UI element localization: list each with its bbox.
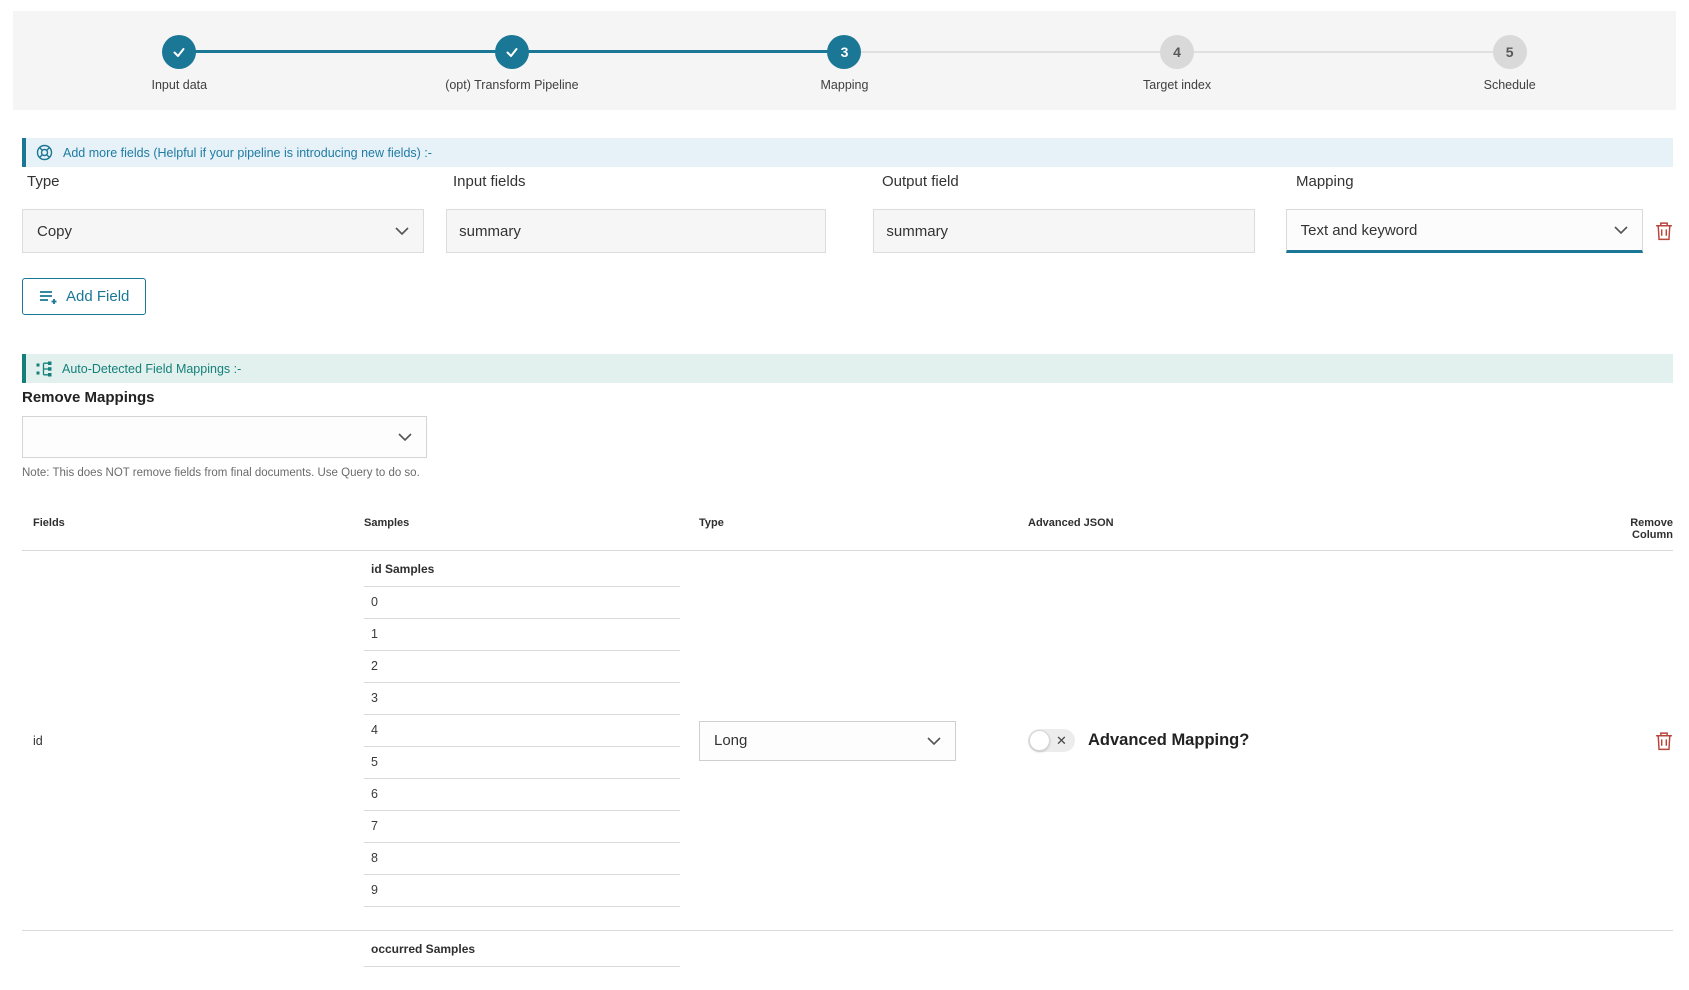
input-fields-label: Input fields (448, 173, 830, 190)
step-label: Schedule (1484, 78, 1536, 92)
table-header-row: Fields Samples Type Advanced JSON Remove… (22, 517, 1673, 551)
samples-title: id Samples (364, 560, 680, 587)
type-cell: Long (699, 721, 1028, 761)
header-advanced-json: Advanced JSON (1028, 517, 1608, 541)
field-mappings-table: Fields Samples Type Advanced JSON Remove… (22, 517, 1673, 990)
sample-value: 4 (364, 715, 680, 747)
step-2-circle (495, 35, 529, 69)
auto-detected-banner-text: Auto-Detected Field Mappings :- (62, 362, 241, 376)
chevron-down-icon (395, 227, 409, 235)
chevron-down-icon (1614, 226, 1628, 234)
sample-value: 8 (364, 843, 680, 875)
header-remove-column: Remove Column (1608, 517, 1673, 541)
add-fields-controls-row: Copy Text and keyword (22, 209, 1673, 253)
step-label: Mapping (821, 78, 869, 92)
sample-value: 3 (364, 683, 680, 715)
remove-mappings-note: Note: This does NOT remove fields from f… (22, 467, 1689, 479)
step-number: 3 (841, 44, 849, 60)
table-row-id: id id Samples 0 1 2 3 4 5 6 7 8 9 Long ✕ (22, 551, 1673, 931)
step-label: (opt) Transform Pipeline (445, 78, 578, 92)
type-select-value: Copy (37, 223, 72, 240)
auto-detected-mappings-banner: Auto-Detected Field Mappings :- (22, 354, 1673, 383)
sample-value: 6 (364, 779, 680, 811)
trash-icon (1655, 221, 1673, 241)
chevron-down-icon (398, 433, 412, 441)
remove-field-row-button[interactable] (1655, 221, 1673, 241)
remove-mappings-label: Remove Mappings (22, 389, 1689, 406)
sample-value: 5 (364, 747, 680, 779)
sample-value: 7 (364, 811, 680, 843)
check-icon (504, 44, 520, 60)
add-fields-banner-text: Add more fields (Helpful if your pipelin… (63, 146, 432, 160)
toggle-knob (1029, 730, 1050, 751)
type-label: Type (22, 173, 426, 190)
sample-value: 2 (364, 651, 680, 683)
samples-list: occurred Samples (364, 931, 680, 990)
step-3-circle: 3 (827, 35, 861, 69)
add-fields-banner: Add more fields (Helpful if your pipelin… (22, 138, 1673, 167)
step-4-circle: 4 (1160, 35, 1194, 69)
sample-value: 1 (364, 619, 680, 651)
header-fields: Fields (22, 517, 364, 541)
tree-structure-icon (36, 361, 52, 377)
step-target-index[interactable]: 4 Target index (1011, 11, 1344, 110)
chevron-down-icon (927, 737, 941, 745)
mapping-select-value: Text and keyword (1301, 222, 1418, 239)
step-number: 5 (1506, 44, 1514, 60)
row-type-select-value: Long (714, 732, 747, 749)
advanced-mapping-toggle[interactable]: ✕ (1028, 729, 1075, 752)
step-1-circle (162, 35, 196, 69)
mapping-select[interactable]: Text and keyword (1286, 209, 1643, 253)
life-buoy-icon (36, 144, 53, 161)
header-type: Type (699, 517, 1028, 541)
remove-mappings-select[interactable] (22, 416, 427, 458)
step-5-circle: 5 (1493, 35, 1527, 69)
add-fields-labels-row: Type Input fields Output field Mapping (22, 173, 1673, 190)
step-transform-pipeline[interactable]: (opt) Transform Pipeline (346, 11, 679, 110)
step-label: Target index (1143, 78, 1211, 92)
output-field-field[interactable] (873, 209, 1254, 253)
input-fields-field[interactable] (446, 209, 826, 253)
step-mapping[interactable]: 3 Mapping (678, 11, 1011, 110)
row-type-select[interactable]: Long (699, 721, 956, 761)
check-icon (171, 44, 187, 60)
wizard-stepper: Input data (opt) Transform Pipeline 3 Ma… (13, 11, 1676, 110)
table-row-occurred: occurred Samples (22, 931, 1673, 990)
sample-value: 9 (364, 875, 680, 907)
add-field-button-label: Add Field (66, 288, 129, 305)
toggle-off-x-icon: ✕ (1056, 733, 1067, 749)
header-samples: Samples (364, 517, 699, 541)
remove-id-column-button[interactable] (1655, 731, 1673, 751)
sample-value: 0 (364, 587, 680, 619)
advanced-json-cell: ✕ Advanced Mapping? (1028, 729, 1608, 752)
type-select[interactable]: Copy (22, 209, 424, 253)
playlist-add-icon (39, 289, 57, 305)
advanced-mapping-label: Advanced Mapping? (1088, 731, 1249, 750)
field-name: id (22, 734, 364, 748)
step-schedule[interactable]: 5 Schedule (1343, 11, 1676, 110)
samples-list: id Samples 0 1 2 3 4 5 6 7 8 9 (364, 551, 680, 930)
trash-icon (1655, 731, 1673, 751)
output-field-label: Output field (877, 173, 1260, 190)
add-field-button[interactable]: Add Field (22, 278, 146, 315)
remove-column-cell (1643, 731, 1673, 751)
step-input-data[interactable]: Input data (13, 11, 346, 110)
step-label: Input data (151, 78, 207, 92)
mapping-label: Mapping (1291, 173, 1650, 190)
samples-title: occurred Samples (364, 940, 680, 967)
step-number: 4 (1173, 44, 1181, 60)
